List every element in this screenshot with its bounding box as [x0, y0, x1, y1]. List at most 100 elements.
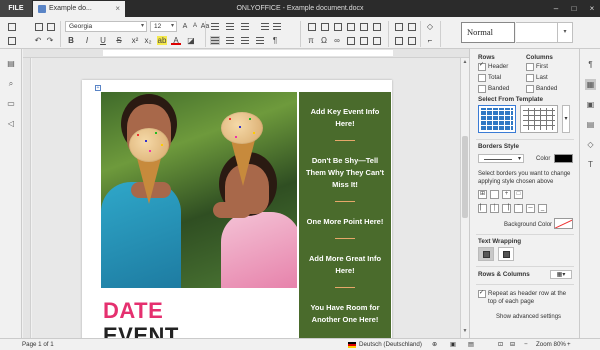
fit-width-icon[interactable]: ⊟	[510, 339, 515, 350]
insert-equation-icon[interactable]: π	[306, 36, 316, 45]
document-canvas[interactable]: + DATE EVENT Add Key Event Info Here! Do…	[32, 58, 460, 338]
page-break-icon[interactable]	[371, 36, 381, 45]
template-more-button[interactable]: ▾	[562, 105, 570, 133]
insert-chart-icon[interactable]	[332, 22, 342, 31]
style-gallery[interactable]	[516, 22, 558, 43]
justify-icon[interactable]	[255, 36, 265, 45]
green-item-1[interactable]: Add Key Event Info Here!	[305, 106, 385, 130]
insert-textart-icon[interactable]	[371, 22, 381, 31]
underline-icon[interactable]: U	[98, 36, 108, 45]
align-right-icon[interactable]	[240, 36, 250, 45]
font-name-select[interactable]: Georgia ▾	[65, 21, 147, 32]
close-window-icon[interactable]: ×	[584, 0, 600, 17]
rows-banded-checkbox[interactable]: Banded	[478, 85, 509, 93]
increase-indent-icon[interactable]	[272, 22, 282, 31]
paragraph-marks-icon[interactable]: ¶	[270, 36, 280, 45]
page-size-icon[interactable]	[393, 36, 403, 45]
minimize-icon[interactable]: –	[548, 0, 564, 17]
zoom-out-icon[interactable]: −	[524, 339, 528, 350]
track-changes-icon[interactable]: ▣	[450, 339, 456, 350]
rows-header-checkbox[interactable]: Header	[478, 62, 508, 71]
shape-settings-icon[interactable]: ◇	[585, 139, 596, 150]
insert-textbox-icon[interactable]	[358, 22, 368, 31]
strikethrough-icon[interactable]: S	[114, 36, 124, 45]
language-select[interactable]: Deutsch (Deutschland)	[359, 339, 422, 350]
numbering-icon[interactable]	[225, 22, 235, 31]
insert-image-icon[interactable]	[319, 22, 329, 31]
template-blue-grid[interactable]	[478, 105, 516, 133]
border-inner-horizontal-icon[interactable]: ─	[526, 204, 535, 213]
search-icon[interactable]: ⌕	[6, 79, 16, 89]
header-footer-icon[interactable]	[358, 36, 368, 45]
spellcheck-icon[interactable]: ⊕	[432, 339, 437, 350]
border-color-swatch[interactable]	[554, 154, 573, 163]
border-none-icon[interactable]	[490, 190, 499, 199]
rows-total-checkbox[interactable]: Total	[478, 74, 501, 82]
columns-last-checkbox[interactable]: Last	[526, 74, 548, 82]
border-bottom-icon[interactable]: _	[538, 204, 547, 213]
border-width-select[interactable]: ▾	[478, 154, 524, 163]
show-advanced-link[interactable]: Show advanced settings	[496, 313, 561, 321]
columns-first-checkbox[interactable]: First	[526, 63, 548, 71]
green-item-4[interactable]: Add More Great Info Here!	[305, 253, 385, 277]
align-left-icon[interactable]	[210, 36, 220, 45]
style-gallery-more[interactable]: ▾	[558, 22, 573, 43]
repeat-header-checkbox[interactable]: Repeat as header row at the top of each …	[478, 289, 574, 306]
paste-icon[interactable]	[45, 22, 55, 31]
horizontal-ruler[interactable]	[23, 49, 469, 58]
insert-table-icon[interactable]	[306, 22, 316, 31]
border-left-icon[interactable]: ▏	[478, 204, 487, 213]
photo-girls-ice-cream[interactable]	[101, 92, 297, 288]
file-icon[interactable]: ▤	[6, 59, 16, 69]
scrollbar-thumb[interactable]	[462, 136, 468, 218]
decrease-font-icon[interactable]: A	[190, 22, 200, 31]
sidebar-column[interactable]: Add Key Event Info Here! Don't Be Shy—Te…	[299, 92, 391, 338]
textart-settings-icon[interactable]: T	[585, 159, 596, 170]
zoom-in-icon[interactable]: +	[567, 339, 571, 350]
scroll-up-icon[interactable]: ▲	[461, 59, 469, 67]
insert-symbol-icon[interactable]: Ω	[319, 36, 329, 45]
background-color-swatch[interactable]	[554, 218, 573, 229]
copy-icon[interactable]	[33, 22, 43, 31]
clear-style-icon[interactable]: ◇	[425, 22, 435, 31]
comments-icon[interactable]: ▭	[6, 99, 16, 109]
header-footer-settings-icon[interactable]: ▤	[585, 119, 596, 130]
date-heading[interactable]: DATE	[103, 298, 163, 324]
font-color-icon[interactable]: A	[171, 36, 181, 45]
page-margins-icon[interactable]	[393, 22, 403, 31]
green-item-3[interactable]: One More Point Here!	[305, 216, 385, 228]
insert-comment-icon[interactable]	[345, 36, 355, 45]
file-menu-button[interactable]: FILE	[0, 0, 32, 17]
event-heading[interactable]: EVENT	[103, 323, 179, 338]
decrease-indent-icon[interactable]	[260, 22, 270, 31]
border-inner-vertical-icon[interactable]: │	[490, 204, 499, 213]
document-tab[interactable]: Example do... ×	[33, 1, 125, 17]
border-top-icon[interactable]: ‾	[514, 204, 523, 213]
highlight-icon[interactable]: ab	[157, 36, 167, 45]
border-outer-icon[interactable]: □	[514, 190, 523, 199]
fit-page-icon[interactable]: ⊡	[498, 339, 503, 350]
paragraph-settings-icon[interactable]: ¶	[585, 59, 596, 70]
subscript-icon[interactable]: x₂	[143, 36, 153, 45]
border-all-icon[interactable]: ⊞	[478, 190, 487, 199]
copy-style-icon[interactable]: ⌐	[425, 36, 435, 45]
undo-icon[interactable]: ↶	[33, 36, 43, 45]
scroll-down-icon[interactable]: ▼	[461, 328, 469, 336]
close-tab-icon[interactable]: ×	[115, 1, 120, 17]
bullets-icon[interactable]	[210, 22, 220, 31]
align-center-icon[interactable]	[225, 36, 235, 45]
document-page[interactable]: + DATE EVENT Add Key Event Info Here! Do…	[82, 80, 392, 338]
vertical-scrollbar[interactable]: ▲ ▼	[460, 58, 469, 338]
image-settings-icon[interactable]: ▣	[585, 99, 596, 110]
bold-icon[interactable]: B	[66, 36, 76, 45]
maximize-icon[interactable]: □	[566, 0, 582, 17]
columns-banded-checkbox[interactable]: Banded	[526, 85, 557, 93]
multilevel-list-icon[interactable]	[240, 22, 250, 31]
superscript-icon[interactable]: x²	[130, 36, 140, 45]
green-item-5[interactable]: You Have Room for Another One Here!	[305, 302, 385, 326]
table-anchor-icon[interactable]: +	[95, 85, 101, 91]
save-icon[interactable]	[6, 36, 16, 45]
insert-shape-icon[interactable]	[345, 22, 355, 31]
template-plain-grid[interactable]	[520, 105, 558, 133]
rows-columns-menu[interactable]: ▦▾	[550, 270, 572, 279]
